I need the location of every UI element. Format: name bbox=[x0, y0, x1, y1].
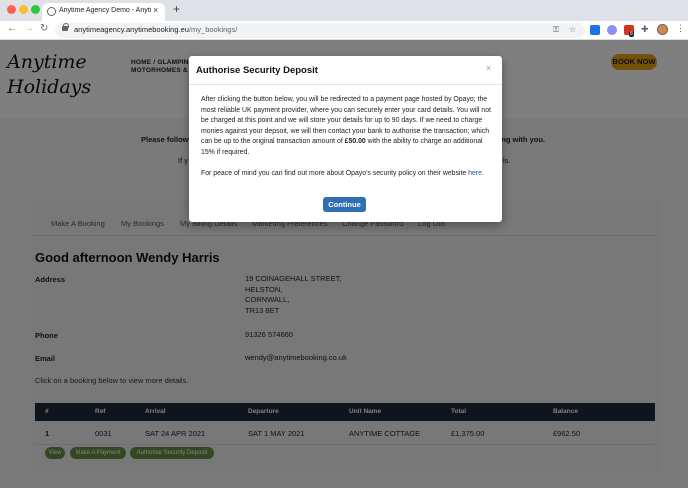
key-icon[interactable]: ⚿ bbox=[553, 25, 559, 35]
modal-body: After clicking the button below, you wil… bbox=[201, 95, 493, 179]
browser-tab[interactable]: Anytime Agency Demo - Anytime × bbox=[42, 3, 165, 21]
modal-text: For peace of mind you can find out more … bbox=[201, 169, 469, 177]
url-host: anytimeagency.anytimebooking.eu bbox=[74, 25, 189, 34]
url-path: /my_bookings/ bbox=[188, 25, 238, 34]
url-text: anytimeagency.anytimebooking.eu/my_booki… bbox=[74, 25, 237, 34]
video-extension-icon[interactable] bbox=[590, 25, 600, 35]
modal-text: . bbox=[481, 169, 484, 177]
address-bar[interactable]: anytimeagency.anytimebooking.eu/my_booki… bbox=[55, 23, 585, 38]
security-policy-link[interactable]: here bbox=[468, 170, 482, 177]
window-close-button[interactable] bbox=[7, 5, 16, 14]
window-minimize-button[interactable] bbox=[19, 5, 28, 14]
puzzle-icon[interactable]: ✚ bbox=[641, 24, 651, 34]
modal-paragraph: After clicking the button below, you wil… bbox=[201, 95, 493, 159]
globe-icon bbox=[47, 7, 56, 16]
close-icon[interactable]: × bbox=[486, 63, 491, 73]
extension-badge: 8 bbox=[629, 31, 634, 37]
forward-button[interactable]: → bbox=[24, 23, 34, 34]
browser-tab-bar: Anytime Agency Demo - Anytime × + bbox=[0, 0, 688, 21]
modal-paragraph: For peace of mind you can find out more … bbox=[201, 169, 493, 180]
back-button[interactable]: ← bbox=[7, 23, 17, 34]
security-deposit-modal: Authorise Security Deposit × After click… bbox=[189, 56, 502, 222]
browser-toolbar: ← → ↻ anytimeagency.anytimebooking.eu/my… bbox=[0, 21, 688, 40]
modal-divider bbox=[189, 84, 502, 85]
new-tab-button[interactable]: + bbox=[173, 2, 180, 16]
browser-menu-icon[interactable]: ⋮ bbox=[676, 23, 685, 34]
tab-title: Anytime Agency Demo - Anytime bbox=[59, 7, 151, 14]
circle-extension-icon[interactable] bbox=[607, 25, 617, 35]
bookmark-star-icon[interactable]: ☆ bbox=[569, 25, 576, 34]
modal-title: Authorise Security Deposit bbox=[196, 65, 318, 76]
reload-button[interactable]: ↻ bbox=[40, 23, 48, 34]
tab-close-icon[interactable]: × bbox=[153, 5, 158, 15]
window-maximize-button[interactable] bbox=[31, 5, 40, 14]
profile-avatar[interactable] bbox=[657, 24, 668, 35]
deposit-amount: £50.00 bbox=[344, 138, 366, 146]
continue-button[interactable]: Continue bbox=[323, 197, 366, 212]
lock-icon bbox=[62, 23, 69, 31]
